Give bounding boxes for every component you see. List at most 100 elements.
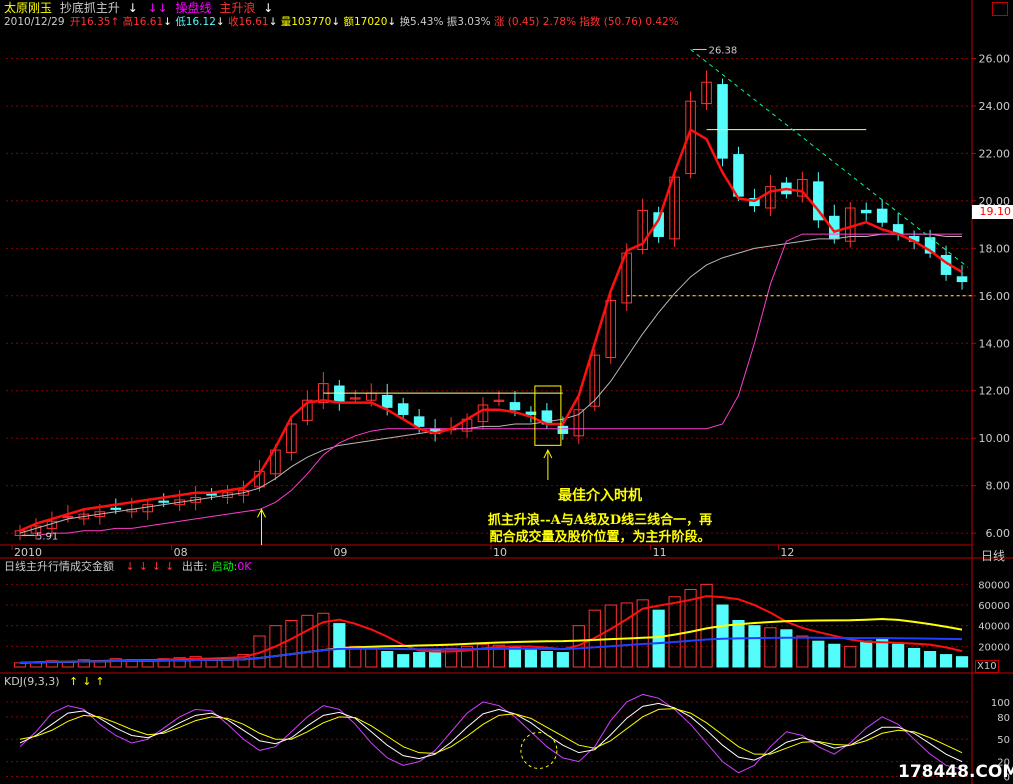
watermark: 178448.COM — [898, 762, 1013, 782]
volume-bar — [860, 640, 873, 668]
volume-axis-label: 60000 — [978, 601, 1010, 612]
quote-low: 低16.12 — [175, 16, 216, 28]
window-control-icon[interactable] — [992, 2, 1008, 16]
volume-bar — [397, 654, 410, 668]
candle-body — [397, 403, 409, 415]
volume-bar — [620, 602, 633, 668]
indicator-name[interactable]: 抄底抓主升 — [60, 1, 120, 15]
volume-bar — [748, 625, 761, 668]
volume-axis-label: 20000 — [978, 642, 1010, 653]
volume-axis-label: 40000 — [978, 622, 1010, 633]
arrow-down-icon: ↓ — [215, 16, 225, 28]
annotation-block: 最佳介入时机 抓主升浪--A与A线及D线三线合一，再 配合成交量及股价位置，为主… — [440, 486, 760, 546]
candle-body — [206, 493, 217, 496]
volume-bar — [732, 620, 745, 668]
x-axis-label: 11 — [653, 546, 667, 559]
arrow-down-icon: ↓ — [387, 16, 397, 28]
x-axis-label: 09 — [333, 546, 347, 559]
volume-bar — [796, 635, 809, 668]
candle-body — [110, 507, 122, 510]
arrow-down-icon: ↓ — [268, 16, 278, 28]
quote-index: 指数 (50.76) 0.42% — [579, 16, 679, 28]
signal-value: 0K — [237, 560, 252, 573]
price-axis-label: 8.00 — [986, 480, 1011, 493]
price-axis-label: 14.00 — [979, 337, 1011, 350]
volume-bar — [716, 604, 729, 668]
chart-canvas[interactable]: 26.0024.0022.0020.0018.0016.0014.0012.00… — [0, 0, 1013, 784]
candle-body — [334, 385, 345, 404]
period-label[interactable]: 日线 — [981, 547, 1005, 564]
price-axis-label: 22.00 — [979, 147, 1011, 160]
volume-unit: X10 — [975, 660, 999, 673]
candle-body — [860, 209, 872, 214]
volume-bar — [333, 623, 346, 668]
volume-arrows-icon: ↓↓↓↓ — [125, 560, 179, 573]
candle-body — [956, 276, 968, 283]
price-axis-label: 26.00 — [979, 52, 1011, 65]
quote-date: 2010/12/29 — [4, 16, 65, 28]
volume-bar — [764, 627, 777, 668]
volume-bar — [652, 609, 665, 668]
candle-body — [381, 394, 393, 408]
volume-bar — [508, 646, 522, 668]
quote-close: 收16.61 — [228, 16, 269, 28]
volume-panel-title[interactable]: 日线主升行情成交金额 — [4, 560, 114, 573]
volume-bar — [828, 643, 841, 668]
kdj-k-line — [19, 702, 963, 763]
arrow-down-icon: ↓ — [163, 16, 172, 28]
quote-change: 涨 (0.45) 2.78% — [493, 16, 577, 28]
volume-bar — [381, 651, 394, 668]
kdj-panel-title[interactable]: KDJ(9,3,3) — [4, 675, 60, 688]
price-axis-label: 6.00 — [986, 527, 1011, 540]
line-label-b: 主升浪 — [219, 1, 256, 15]
quote-open: 开16.35 — [69, 16, 111, 28]
quote-volume: 量103770 — [280, 16, 332, 28]
quote-high: 高16.61 — [122, 16, 164, 28]
kdj-axis-label: 100 — [991, 698, 1010, 709]
annotation-line2: 配合成交量及股价位置，为主升阶段。 — [489, 530, 711, 545]
volume-bar — [604, 604, 617, 668]
x-axis-label: 10 — [493, 546, 507, 559]
volume-bar — [812, 640, 825, 668]
price-axis-label: 18.00 — [979, 242, 1011, 255]
volume-bar — [524, 648, 538, 668]
candle-body — [717, 84, 728, 159]
candle-body — [509, 402, 521, 411]
quote-turnover: 换5.43% — [399, 16, 444, 28]
volume-bar — [923, 651, 937, 668]
volume-bar — [892, 643, 905, 668]
candle-body — [876, 208, 888, 223]
arrow-end-icon: ↓ — [263, 1, 274, 15]
x-axis-label: 08 — [174, 546, 188, 559]
volume-bar — [844, 645, 857, 668]
candle-body — [413, 416, 425, 427]
candle-body — [557, 425, 569, 434]
price-axis-label: 10.00 — [979, 432, 1011, 445]
signal-start-label: 启动: — [211, 560, 238, 573]
kdj-axis-label: 80 — [997, 713, 1010, 724]
x-axis-label: 12 — [780, 546, 794, 559]
quote-amount: 额17020 — [343, 16, 388, 28]
x-axis-label: 2010 — [14, 546, 42, 559]
volume-bar — [780, 629, 793, 668]
candle-body — [158, 500, 169, 503]
volume-bar — [413, 652, 426, 668]
quote-bar: 2010/12/29 开16.35↑ 高16.61↓ 低16.12↓ 收16.6… — [4, 15, 679, 29]
volume-bar — [668, 596, 681, 668]
signal-out-label: 出击: — [181, 560, 208, 573]
price-axis-label: 12.00 — [979, 385, 1011, 398]
pink-arrows-icon: ↓↓ — [147, 1, 168, 15]
candle-body — [525, 411, 537, 415]
volume-bar — [955, 656, 969, 668]
volume-bar — [429, 649, 442, 668]
arrow-down-icon: ↓ — [331, 16, 341, 28]
current-price: 19.10 — [979, 205, 1012, 218]
volume-panel-title-bar: 日线主升行情成交金额 ↓↓↓↓ 出击: 启动:0K — [4, 560, 252, 574]
volume-bar — [939, 654, 953, 668]
kdj-panel-title-bar: KDJ(9,3,3) ↑↓↑ — [4, 675, 109, 689]
stock-name[interactable]: 太原刚玉 — [4, 1, 52, 15]
volume-bar — [285, 620, 298, 668]
volume-bar — [540, 651, 553, 668]
price-axis-label: 24.00 — [979, 100, 1011, 113]
title-bar: 太原刚玉 抄底抓主升 ↓ ↓↓ 操盘线 主升浪 ↓ — [4, 1, 273, 15]
